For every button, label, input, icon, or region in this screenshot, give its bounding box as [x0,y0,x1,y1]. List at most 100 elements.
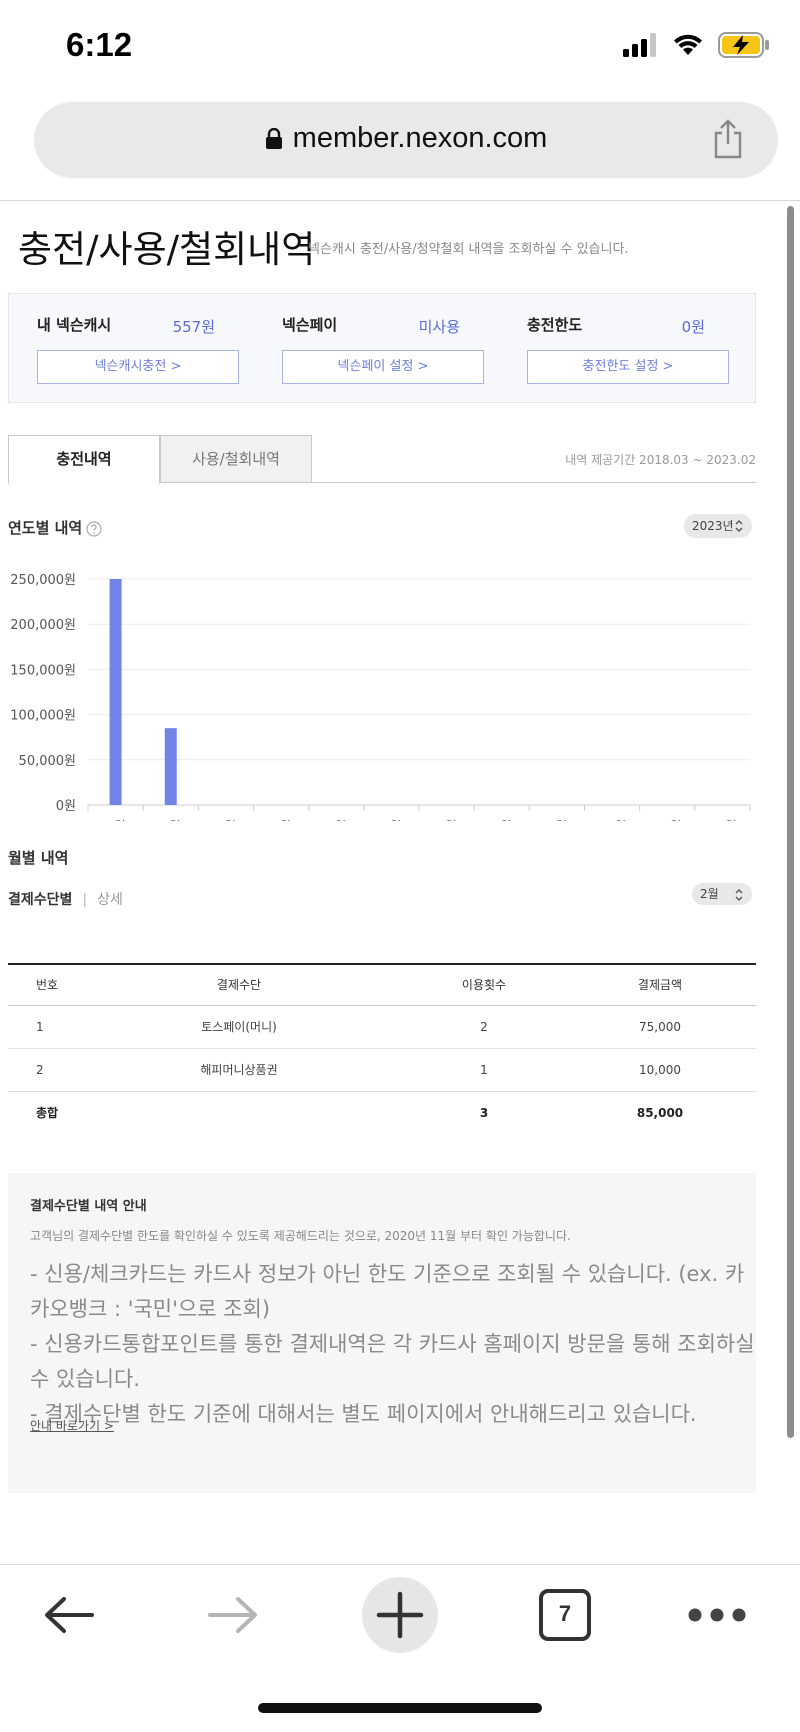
table-header-row: 번호 결제수단 이용횟수 결제금액 [8,963,756,1006]
cell-total-label: 총합 [8,1090,74,1134]
col-header-number: 번호 [8,963,74,1006]
status-time: 6:12 [66,26,133,63]
chart-bar [109,579,122,805]
cash-value: 557원 [172,318,215,336]
tab-charge-history[interactable]: 충전내역 [8,435,160,484]
payment-method-table: 번호 결제수단 이용횟수 결제금액 1 토스페이(머니) 2 75,000 2 … [8,963,756,1134]
cash-value: 미사용 [418,318,460,336]
info-item: - 신용카드통합포인트를 통한 결제내역은 각 카드사 홈페이지 방문을 통해 … [30,1332,755,1391]
table-total-row: 총합 3 85,000 [8,1090,756,1134]
chart-x-tick-label: 5월 [326,820,346,821]
cell-number: 1 [8,1005,74,1049]
page-content: 충전/사용/철회내역 넥슨캐시 충전/사용/청약철회 내역을 조회하실 수 있습… [0,201,780,1564]
chart-x-tick-label: 6월 [381,820,401,821]
cash-summary-box: 내 넥슨캐시 557원 넥슨캐시충전 > 넥슨페이 미사용 넥슨페이 설정 > … [8,293,756,403]
payment-info-box: 결제수단별 내역 안내 고객님의 결제수단별 한도를 확인하실 수 있도록 제공… [8,1173,756,1493]
chart-y-tick-label: 100,000원 [10,709,76,724]
cash-value: 0원 [681,318,705,336]
nexon-cash-charge-button[interactable]: 넥슨캐시충전 > [37,350,239,384]
chart-x-tick-label: 11월 [653,820,682,821]
page-scrollbar[interactable] [787,206,794,1438]
info-item: - 신용/체크카드는 카드사 정보가 아닌 한도 기준으로 조회될 수 있습니다… [30,1262,745,1321]
wifi-icon [674,34,702,55]
chart-y-tick-label: 150,000원 [10,663,76,678]
chart-x-tick-label: 1월 [105,820,125,821]
address-bar[interactable]: member.nexon.com [34,102,778,178]
cell-method: 토스페이(머니) [74,1005,404,1049]
guide-link[interactable]: 안내 바로가기 > [30,1417,114,1434]
info-description: 고객님의 결제수단별 한도를 확인하실 수 있도록 제공해드리는 것으로, 20… [30,1229,571,1243]
chart-x-tick-label: 8월 [492,820,512,821]
chart-x-tick-label: 7월 [436,820,456,821]
status-bar: 6:12 [0,0,800,96]
monthly-title: 월별 내역 [8,849,69,867]
browser-toolbar: 7 [0,1564,800,1664]
lock-icon [265,128,282,150]
month-select[interactable]: 2월 [692,883,752,905]
history-period: 내역 제공기간 2018.03 ~ 2023.02 [565,453,756,467]
cell-total-method [74,1090,404,1134]
arrow-left-icon [45,1597,94,1633]
chart-x-tick-label: 4월 [271,820,291,821]
history-tabs: 충전내역 사용/철회내역 내역 제공기간 2018.03 ~ 2023.02 [8,435,756,484]
month-select-value: 2월 [700,887,719,901]
cash-col-nexon-cash: 내 넥슨캐시 557원 넥슨캐시충전 > [9,294,241,404]
subtab-separator: | [82,892,88,908]
chart-y-tick-label: 50,000원 [19,754,76,769]
chart-bar [164,728,177,805]
col-header-count: 이용횟수 [404,963,564,1006]
cash-label: 충전한도 [527,316,583,334]
charge-limit-settings-button[interactable]: 충전한도 설정 > [527,350,729,384]
cell-total-amount: 85,000 [564,1090,756,1134]
cell-amount: 75,000 [564,1005,756,1049]
chart-x-tick-label: 10월 [598,820,627,821]
nexon-pay-settings-button[interactable]: 넥슨페이 설정 > [282,350,484,384]
back-button[interactable] [14,1565,124,1665]
monthly-subtabs: 결제수단별 | 상세 [8,889,123,909]
chart-y-tick-label: 0원 [56,799,76,814]
cell-amount: 10,000 [564,1048,756,1092]
cell-number: 2 [8,1048,74,1092]
tab-count: 7 [558,1601,572,1626]
info-list: - 신용/체크카드는 카드사 정보가 아닌 한도 기준으로 조회될 수 있습니다… [30,1257,758,1432]
year-select[interactable]: 2023년 [684,514,752,538]
url-text: member.nexon.com [292,122,548,154]
subtab-detail[interactable]: 상세 [97,892,123,908]
more-menu-button[interactable] [662,1565,772,1665]
help-icon[interactable] [86,520,102,537]
tab-switcher-button[interactable]: 7 [510,1565,620,1665]
cell-count: 2 [404,1005,564,1049]
cash-label: 넥슨페이 [282,316,338,334]
battery-charging-icon [718,32,769,58]
more-dots-icon [688,1608,746,1622]
chart-y-tick-label: 200,000원 [10,618,76,633]
status-icons [622,32,770,58]
table-row: 2 해피머니상품권 1 10,000 [8,1048,756,1092]
home-indicator[interactable] [258,1703,542,1713]
chevron-up-down-icon [735,889,743,901]
tab-use-withdraw-history[interactable]: 사용/철회내역 [160,435,312,483]
cell-total-count: 3 [404,1090,564,1134]
yearly-bar-chart: 0원 50,000원 100,000원 150,000원 200,000원 250,000… [10,573,751,821]
chart-x-tick-label: 12월 [708,820,737,821]
subtab-by-method[interactable]: 결제수단별 [8,892,72,908]
cell-count: 1 [404,1048,564,1092]
plus-icon [362,1577,438,1653]
url-display[interactable]: member.nexon.com [34,122,778,155]
table-row: 1 토스페이(머니) 2 75,000 [8,1005,756,1049]
chart-y-tick-label: 250,000원 [10,573,76,588]
chart-x-tick-label: 9월 [547,820,567,821]
cash-label: 내 넥슨캐시 [37,316,112,334]
yearly-title-text: 연도별 내역 [8,519,83,537]
cell-method: 해피머니상품권 [74,1048,404,1092]
chart-x-tick-label: 2월 [161,820,181,821]
chart-x-tick-label: 3월 [216,820,236,821]
share-icon[interactable] [712,118,744,160]
new-tab-button[interactable] [345,1565,455,1665]
arrow-right-icon [208,1597,257,1633]
forward-button[interactable] [178,1565,288,1665]
year-select-value: 2023년 [692,519,734,533]
yearly-title: 연도별 내역 [8,517,102,538]
col-header-method: 결제수단 [74,963,404,1006]
cash-col-charge-limit: 충전한도 0원 충전한도 설정 > [499,294,731,404]
